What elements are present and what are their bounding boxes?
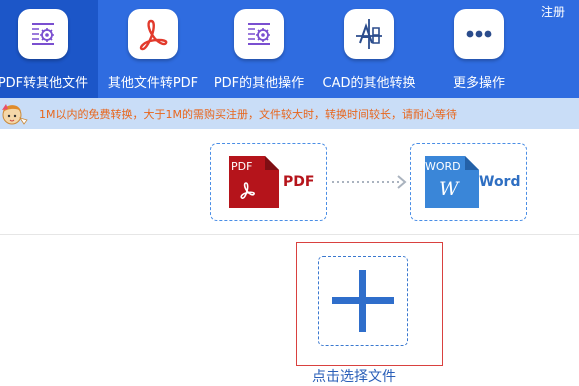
gear-document-icon [18, 9, 68, 59]
pdf-badge-text: PDF [231, 160, 253, 173]
section-divider [0, 234, 579, 235]
notice-text: 1M以内的免费转换，大于1M的需购买注册，文件较大时，转换时间较长，请耐心等待 [39, 108, 457, 121]
word-badge-text: WORD [425, 160, 461, 173]
top-navigation-bar: PDF转其他文件 其他文件转PDF PDF的其他操作 CAD的其他转换 更多操作… [0, 0, 579, 98]
mascot-icon [2, 104, 28, 125]
register-link[interactable]: 注册 [541, 3, 565, 20]
cad-drawing-icon [344, 9, 394, 59]
more-dots-icon [454, 9, 504, 59]
file-upload-area[interactable] [296, 242, 443, 366]
pdf-acrobat-icon [128, 9, 178, 59]
plus-icon [332, 270, 394, 332]
target-format-card: WORD W Word [410, 143, 527, 221]
select-file-label[interactable]: 点击选择文件 [312, 366, 396, 386]
source-format-label: PDF [283, 174, 315, 190]
tab-label: 更多操作 [452, 76, 505, 91]
notice-bar: 1M以内的免费转换，大于1M的需购买注册，文件较大时，转换时间较长，请耐心等待 [0, 98, 579, 129]
target-format-label: Word [479, 174, 521, 190]
source-format-card: PDF PDF [210, 143, 327, 221]
convert-arrow-icon [332, 175, 407, 189]
gear-document-icon [234, 9, 284, 59]
word-glyph: W [439, 178, 459, 200]
upload-dropzone[interactable] [318, 256, 408, 346]
tab-more-operations[interactable]: 更多操作 [424, 0, 534, 98]
